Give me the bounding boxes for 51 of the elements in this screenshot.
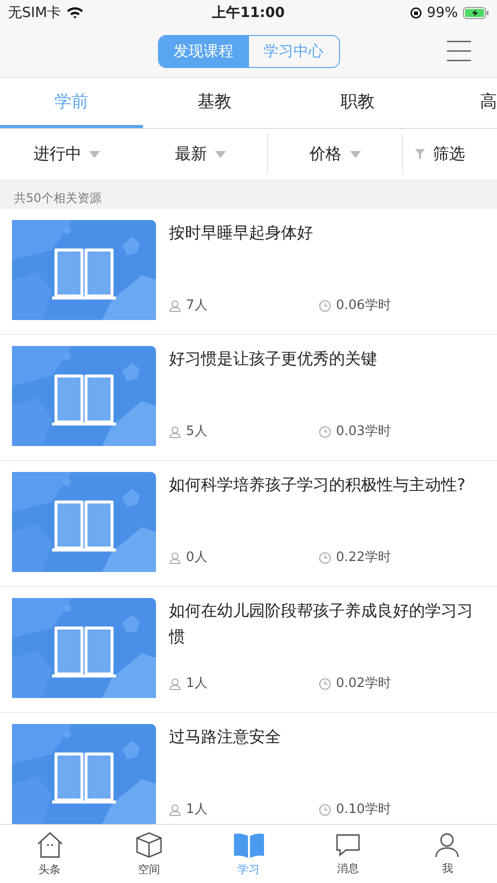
clock-icon <box>319 804 331 816</box>
course-title[interactable]: 如何在幼儿园阶段帮孩子养成良好的学习习惯 <box>169 598 485 650</box>
nav-tab[interactable]: 消息 <box>298 825 398 883</box>
battery-percent: 99% <box>426 4 458 20</box>
study-hours: 0.02学时 <box>336 675 391 692</box>
person-icon <box>169 552 181 564</box>
study-hours: 0.10学时 <box>336 801 391 818</box>
filter-label[interactable]: 最新 <box>175 144 207 164</box>
menu-icon[interactable] <box>445 40 473 62</box>
filter-label[interactable]: 价格 <box>310 144 342 164</box>
filter-label[interactable]: 筛选 <box>433 144 466 164</box>
study-hours: 0.03学时 <box>336 423 391 440</box>
clock-time: 上午11:00 <box>212 4 285 22</box>
course-title[interactable]: 好习惯是让孩子更优秀的关键 <box>169 346 485 372</box>
person-icon <box>434 832 460 858</box>
chat-icon <box>334 832 362 858</box>
clock-icon <box>319 300 331 312</box>
learner-count: 0人 <box>186 549 208 566</box>
caret-icon <box>215 150 226 158</box>
person-icon <box>169 300 181 312</box>
nav-tab[interactable]: 头条 <box>0 825 100 883</box>
learner-count: 5人 <box>186 423 208 440</box>
learner-count: 1人 <box>186 675 208 692</box>
cube-icon <box>135 831 164 859</box>
clock-icon <box>319 678 331 690</box>
person-icon <box>169 804 181 816</box>
clock-icon <box>319 426 331 438</box>
person-icon <box>169 678 181 690</box>
nav-tab[interactable]: 空间 <box>99 825 199 883</box>
category-tab[interactable]: 高 <box>480 78 497 128</box>
course-title[interactable]: 过马路注意安全 <box>169 724 485 750</box>
battery-icon <box>462 6 489 18</box>
category-tab[interactable]: 职教 <box>286 78 429 128</box>
category-tab[interactable]: 基教 <box>143 78 286 128</box>
wifi-icon <box>66 6 84 19</box>
funnel-icon <box>415 149 426 159</box>
course-title[interactable]: 按时早睡早起身体好 <box>169 220 485 246</box>
result-count: 共50个相关资源 <box>14 190 102 207</box>
learner-count: 1人 <box>186 801 208 818</box>
person-icon <box>169 426 181 438</box>
book-icon <box>232 831 265 859</box>
caret-icon <box>350 150 361 158</box>
study-hours: 0.22学时 <box>336 549 391 566</box>
nav-tab[interactable]: 我 <box>398 825 497 883</box>
study-hours: 0.06学时 <box>336 297 391 314</box>
clock-icon <box>319 552 331 564</box>
learner-count: 7人 <box>186 297 208 314</box>
course-title[interactable]: 如何科学培养孩子学习的积极性与主动性? <box>169 472 485 498</box>
filter-label[interactable]: 进行中 <box>33 144 82 164</box>
carrier-text: 无SIM卡 <box>8 4 62 22</box>
caret-icon <box>89 150 100 158</box>
